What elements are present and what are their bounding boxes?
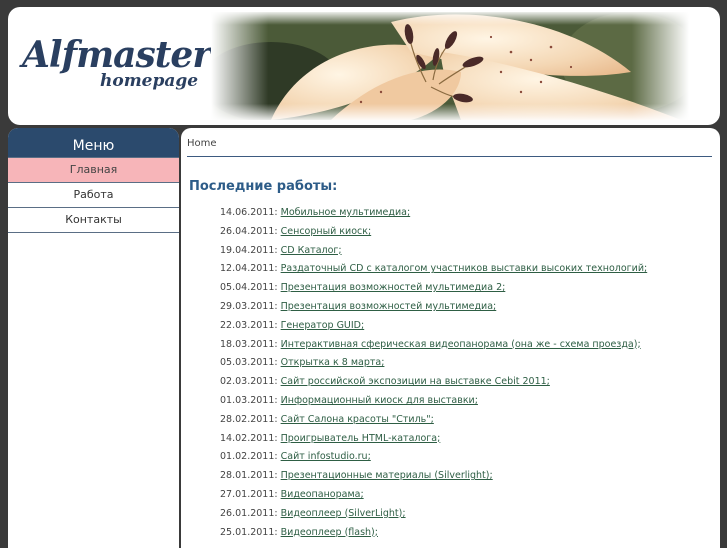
work-link[interactable]: Информационный киоск для выставки; [281, 395, 478, 406]
list-item: 22.03.2011: Генератор GUID; [220, 317, 647, 336]
work-link[interactable]: Видеопанорама; [281, 489, 364, 500]
work-date: 28.02.2011: [220, 413, 278, 425]
list-item: 18.03.2011: Интерактивная сферическая ви… [220, 336, 647, 355]
menu-title: Меню [8, 128, 179, 157]
work-date: 26.04.2011: [220, 225, 278, 237]
work-link[interactable]: Сенсорный киоск; [281, 226, 372, 237]
work-date: 26.01.2011: [220, 507, 278, 519]
work-link[interactable]: Генератор GUID; [281, 320, 365, 331]
list-item: 01.02.2011: Сайт infostudio.ru; [220, 448, 647, 467]
list-item: 05.03.2011: Открытка к 8 марта; [220, 354, 647, 373]
work-date: 14.06.2011: [220, 207, 278, 218]
work-link[interactable]: Интерактивная сферическая видеопанорама … [281, 339, 641, 350]
work-date: 28.01.2011: [220, 470, 278, 482]
work-link[interactable]: Раздаточный CD с каталогом участников вы… [281, 263, 648, 274]
work-link[interactable]: Видеоплеер (SilverLight); [281, 508, 406, 519]
sidebar-item-work[interactable]: Работа [8, 183, 179, 208]
sidebar-menu: Меню Главная Работа Контакты [8, 128, 179, 548]
work-date: 01.02.2011: [220, 451, 278, 463]
list-item: 26.01.2011: Видеоплеер (SilverLight); [220, 505, 647, 524]
work-link[interactable]: Открытка к 8 марта; [281, 357, 385, 368]
list-item: 29.03.2011: Презентация возможностей мул… [220, 298, 647, 317]
work-link[interactable]: Сайт российской экспозиции на выставке C… [281, 376, 550, 387]
list-item: 14.02.2011: Проигрыватель HTML-каталога; [220, 430, 647, 449]
list-item: 25.01.2011: Видеоплеер (flash); [220, 524, 647, 543]
work-link[interactable]: Презентационные материалы (Silverlight); [281, 470, 493, 481]
list-item: 12.04.2011: Раздаточный CD с каталогом у… [220, 260, 647, 279]
work-date: 29.03.2011: [220, 300, 278, 312]
work-link[interactable]: Презентация возможностей мультимедиа 2; [281, 282, 506, 293]
work-link[interactable]: Презентация возможностей мультимедиа; [281, 301, 497, 312]
lily-banner-image [211, 12, 689, 120]
section-title: Последние работы: [189, 179, 338, 194]
work-date: 05.03.2011: [220, 357, 278, 369]
list-item: 26.04.2011: Сенсорный киоск; [220, 223, 647, 242]
work-link[interactable]: Сайт infostudio.ru; [281, 451, 371, 462]
list-item: 02.03.2011: Сайт российской экспозиции н… [220, 373, 647, 392]
logo-main-text: Alfmaster [22, 34, 211, 76]
sidebar-item-home[interactable]: Главная [8, 157, 179, 183]
work-date: 18.03.2011: [220, 338, 278, 350]
work-date: 05.04.2011: [220, 282, 278, 294]
list-item: 14.06.2011: Мобильное мультимедиа; [220, 204, 647, 223]
work-link[interactable]: Видеоплеер (flash); [281, 527, 378, 538]
logo-sub-text: homepage [100, 71, 199, 91]
breadcrumb-divider [187, 156, 712, 157]
list-item: 27.01.2011: Видеопанорама; [220, 486, 647, 505]
work-link[interactable]: Проигрыватель HTML-каталога; [281, 433, 441, 444]
list-item: 28.01.2011: Презентационные материалы (S… [220, 467, 647, 486]
work-date: 22.03.2011: [220, 319, 278, 331]
work-date: 12.04.2011: [220, 263, 278, 275]
work-date: 25.01.2011: [220, 526, 278, 538]
work-date: 27.01.2011: [220, 488, 278, 500]
list-item: 19.04.2011: CD Каталог; [220, 242, 647, 261]
work-date: 19.04.2011: [220, 244, 278, 256]
header: Alfmaster homepage [8, 7, 720, 125]
work-link[interactable]: CD Каталог; [281, 245, 342, 256]
main-content: Home Последние работы: 14.06.2011: Мобил… [181, 128, 720, 548]
list-item: 28.02.2011: Сайт Салона красоты "Стиль"; [220, 411, 647, 430]
breadcrumb[interactable]: Home [187, 138, 217, 149]
work-link[interactable]: Сайт Салона красоты "Стиль"; [281, 414, 434, 425]
work-date: 14.02.2011: [220, 432, 278, 444]
list-item: 05.04.2011: Презентация возможностей мул… [220, 279, 647, 298]
work-date: 02.03.2011: [220, 376, 278, 388]
work-link[interactable]: Мобильное мультимедиа; [281, 207, 411, 218]
works-list: 14.06.2011: Мобильное мультимедиа; 26.04.… [220, 204, 647, 542]
site-logo[interactable]: Alfmaster homepage [22, 35, 211, 105]
list-item: 01.03.2011: Информационный киоск для выс… [220, 392, 647, 411]
sidebar-item-contacts[interactable]: Контакты [8, 208, 179, 233]
work-date: 01.03.2011: [220, 394, 278, 406]
